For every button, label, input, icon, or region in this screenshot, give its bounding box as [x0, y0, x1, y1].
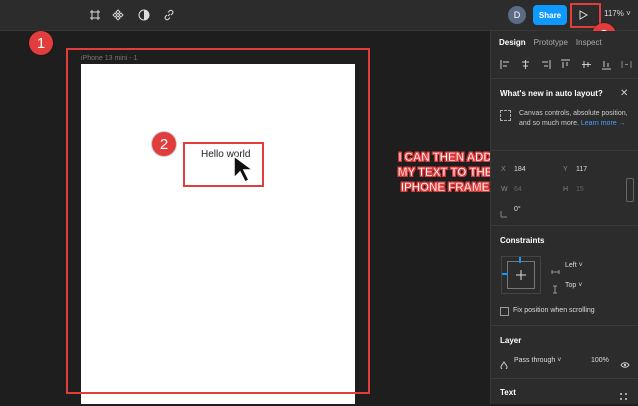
distribute-icon[interactable]: [621, 57, 632, 68]
blend-mode-select[interactable]: Pass through ˅: [514, 357, 561, 364]
top-toolbar: D Share 117% ˅: [0, 0, 638, 31]
w-label: W: [501, 186, 508, 193]
constraints-box[interactable]: [507, 261, 535, 289]
align-right-icon[interactable]: [540, 57, 551, 69]
panel-tabs: Design Prototype Inspect: [499, 38, 610, 47]
divider: [490, 78, 638, 79]
annotation-badge-1: 1: [29, 31, 53, 55]
h-input[interactable]: 15: [576, 186, 584, 193]
resize-handle[interactable]: [626, 178, 634, 202]
mask-icon[interactable]: [135, 6, 153, 24]
align-center-h-icon[interactable]: [520, 57, 531, 69]
avatar[interactable]: D: [508, 6, 526, 24]
horizontal-constraint-select[interactable]: Left ˅: [565, 262, 583, 269]
whats-new-title: What's new in auto layout?: [500, 89, 603, 98]
divider: [490, 325, 638, 326]
frame-tool-icon[interactable]: [86, 6, 104, 24]
annotation-callout: I CAN THEN ADD MY TEXT TO THE IPHONE FRA…: [397, 150, 493, 195]
tab-prototype[interactable]: Prototype: [534, 38, 568, 47]
close-icon[interactable]: ✕: [620, 88, 628, 99]
w-input[interactable]: 64: [514, 186, 522, 193]
text-styles-icon[interactable]: [619, 388, 628, 406]
align-center-v-icon[interactable]: [581, 57, 592, 68]
design-panel: [490, 31, 638, 404]
x-label: X: [501, 166, 506, 173]
divider: [490, 150, 638, 151]
whats-new-body: Canvas controls, absolute position, and …: [519, 109, 631, 129]
x-input[interactable]: 184: [514, 166, 526, 173]
y-label: Y: [563, 166, 568, 173]
share-button[interactable]: Share: [533, 5, 567, 25]
vertical-constraint-select[interactable]: Top ˅: [565, 282, 582, 289]
divider: [490, 378, 638, 379]
layer-opacity-input[interactable]: 100%: [591, 357, 609, 364]
auto-layout-icon: [500, 110, 511, 121]
link-icon[interactable]: [160, 6, 178, 24]
horizontal-constraint-icon: [551, 262, 560, 280]
tab-design[interactable]: Design: [499, 38, 526, 47]
tab-inspect[interactable]: Inspect: [576, 38, 602, 47]
learn-more-link[interactable]: Learn more →: [581, 120, 626, 127]
layer-title: Layer: [500, 336, 522, 345]
h-label: H: [563, 186, 569, 193]
annotation-frame-highlight: [66, 48, 370, 394]
eye-icon[interactable]: [620, 356, 630, 374]
align-left-icon[interactable]: [500, 57, 511, 69]
text-section-title: Text: [500, 388, 516, 397]
y-input[interactable]: 117: [576, 166, 587, 173]
constraint-top-marker[interactable]: [519, 257, 521, 263]
component-icon[interactable]: [109, 6, 127, 24]
align-bottom-icon[interactable]: [601, 57, 612, 70]
rotation-icon: [500, 205, 508, 223]
fix-position-checkbox[interactable]: [500, 307, 509, 316]
constraints-title: Constraints: [500, 236, 545, 245]
annotation-badge-2: 2: [152, 132, 176, 156]
annotation-text-highlight: [183, 142, 264, 187]
zoom-dropdown[interactable]: 117% ˅: [604, 9, 631, 18]
align-top-icon[interactable]: [560, 57, 571, 68]
align-toolbar: [500, 57, 632, 71]
vertical-constraint-icon: [552, 281, 558, 299]
divider: [490, 225, 638, 226]
fix-position-label: Fix position when scrolling: [513, 307, 595, 314]
blend-mode-icon: [500, 356, 508, 374]
rotation-input[interactable]: 0°: [514, 206, 521, 213]
constraint-left-marker[interactable]: [502, 273, 508, 275]
